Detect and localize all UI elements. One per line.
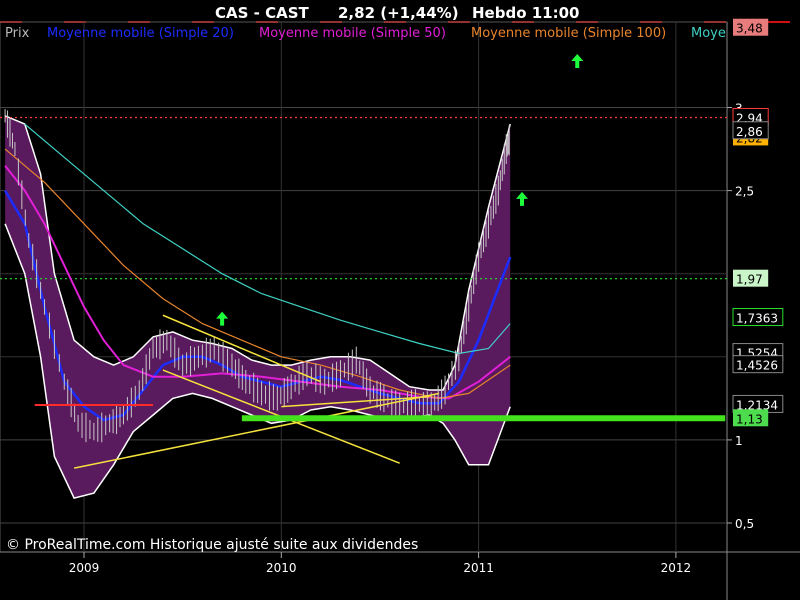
y-tick-label: 2,5 (735, 185, 754, 199)
x-tick-label: 2011 (463, 561, 494, 575)
price-tag-label: 1,13 (736, 412, 763, 426)
price-tag-label: 1,97 (736, 273, 763, 287)
legend-ma20: Moyenne mobile (Simple 20) (47, 26, 234, 41)
title-dash (768, 21, 790, 23)
x-tick-label: 2010 (266, 561, 297, 575)
price-tag-label: 1,4526 (736, 359, 778, 373)
legend-ma100: Moyenne mobile (Simple 100) (471, 26, 666, 41)
timeframe: Hebdo 11:00 (472, 4, 579, 22)
legend: Prix Moyenne mobile (Simple 20) Moyenne … (5, 26, 726, 41)
price-tag-label: 2,86 (736, 125, 763, 139)
legend-price: Prix (5, 26, 30, 41)
footer-copyright: © ProRealTime.com Historique ajusté suit… (6, 537, 418, 553)
x-tick-label: 2012 (661, 561, 692, 575)
legend-ma200: Moye (691, 26, 726, 41)
chart-background (0, 0, 800, 600)
y-tick-label: 0,5 (735, 517, 754, 531)
price-tag-label: 1,7363 (736, 312, 778, 326)
price-change: 2,82 (+1,44%) (338, 4, 459, 22)
chart-title: CAS - CAST (215, 4, 310, 22)
price-tag-label: 3,48 (736, 22, 763, 36)
stock-chart: CAS - CAST 2,82 (+1,44%) Hebdo 11:00 0,5… (0, 0, 800, 600)
legend-ma50: Moyenne mobile (Simple 50) (259, 26, 446, 41)
title-bar: CAS - CAST 2,82 (+1,44%) Hebdo 11:00 (0, 0, 800, 23)
y-tick-label: 1 (735, 434, 743, 448)
x-tick-label: 2009 (69, 561, 100, 575)
